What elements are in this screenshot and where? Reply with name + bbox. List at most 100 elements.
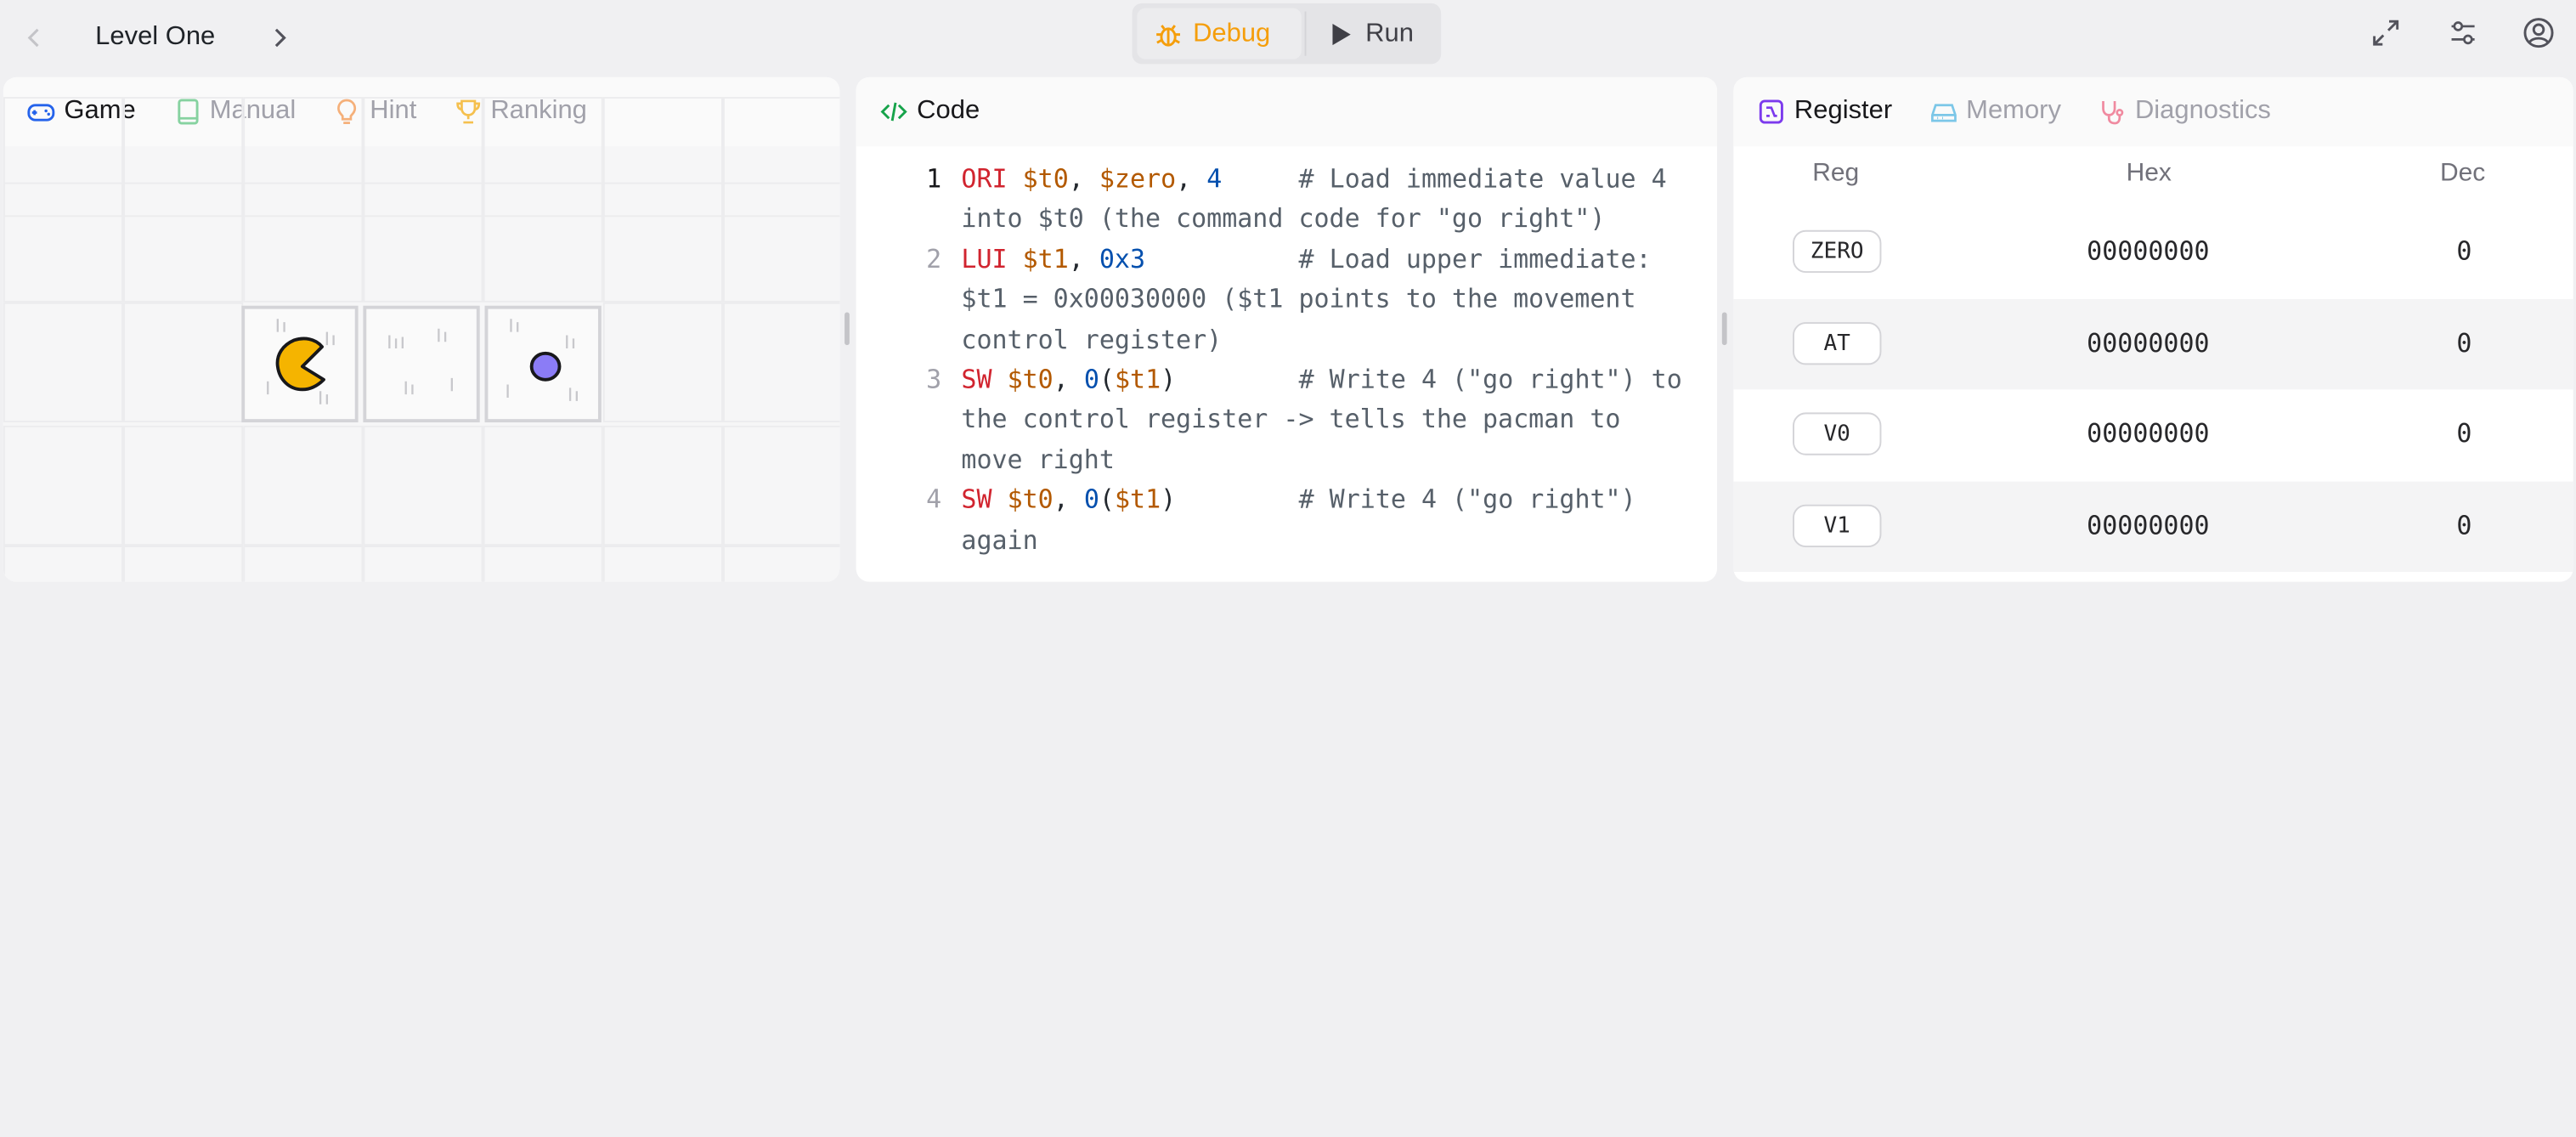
board-cell xyxy=(363,546,483,582)
board-cell xyxy=(243,425,364,546)
code-token: $t1 xyxy=(1022,244,1069,274)
register-hex-value: 00000000 xyxy=(2087,419,2210,449)
board-cell xyxy=(722,182,840,303)
code-line[interactable]: 4 SW $t0, 0($t1) # Write 4 ("go right") a… xyxy=(856,480,1717,560)
code-token: , xyxy=(1176,164,1207,195)
code-editor[interactable]: 1 ORI $t0, $zero, 4 # Load immediate valu… xyxy=(856,146,1717,582)
code-panel: Code 1 ORI $t0, $zero, 4 # Load immediate… xyxy=(856,76,1718,582)
register-row: ZERO 00000000 0 xyxy=(1733,207,2573,297)
board-cell xyxy=(243,546,364,582)
board-cell xyxy=(123,546,244,582)
code-token: LUI xyxy=(961,244,1008,274)
register-dec-value: 0 xyxy=(2456,419,2472,449)
debug-button[interactable]: Debug xyxy=(1137,8,1302,59)
game-panel: Game Manual Hint Ranking xyxy=(3,76,840,582)
code-line[interactable]: 1 ORI $t0, $zero, 4 # Load immediate valu… xyxy=(856,160,1717,240)
board-cell xyxy=(3,182,124,303)
code-token: 0x3 xyxy=(1099,244,1146,274)
resize-handle[interactable] xyxy=(1721,312,1727,346)
code-title: Code xyxy=(917,97,980,125)
path-tile xyxy=(363,305,480,423)
register-panel-tabs: Register Memory Diagnostics xyxy=(1733,76,2573,147)
run-button[interactable]: Run xyxy=(1309,8,1434,59)
code-icon xyxy=(880,102,907,122)
board-cell xyxy=(123,302,244,423)
board-cell xyxy=(3,302,124,423)
code-token: , xyxy=(1068,164,1099,195)
code-token: SW xyxy=(961,365,992,395)
register-panel: Register Memory Diagnostics Reg Hex Dec … xyxy=(1733,76,2573,582)
tab-code[interactable]: Code xyxy=(879,97,980,127)
path-tile xyxy=(484,305,602,423)
code-token: ) xyxy=(1161,485,1177,515)
top-bar: Level One Debug Run xyxy=(0,0,2576,76)
register-row: V0 00000000 0 xyxy=(1733,389,2573,479)
board-cell xyxy=(483,182,603,303)
memory-icon xyxy=(1930,104,1956,122)
chevron-right-icon[interactable] xyxy=(262,20,298,56)
stethoscope-icon xyxy=(2102,100,2125,125)
code-token: ( xyxy=(1099,365,1115,395)
line-number: 3 xyxy=(926,365,942,395)
play-icon xyxy=(1332,23,1351,45)
board-cell xyxy=(602,425,723,546)
board-cell xyxy=(363,182,483,303)
board-cell xyxy=(363,425,483,546)
code-line[interactable]: 2 LUI $t1, 0x3 # Load upper immediate: $t… xyxy=(856,240,1717,360)
board-cell xyxy=(243,182,364,303)
code-token: ( xyxy=(1099,485,1115,515)
bug-icon xyxy=(1156,24,1180,46)
code-token: ORI xyxy=(961,164,1008,195)
code-token: , xyxy=(1068,244,1099,274)
code-token: $t1 xyxy=(1114,485,1161,515)
board-cell xyxy=(3,425,124,546)
board-cell xyxy=(123,425,244,546)
code-line[interactable]: 3 SW $t0, 0($t1) # Write 4 ("go right") t… xyxy=(856,360,1717,481)
pacman-icon xyxy=(275,337,325,392)
code-token: 4 xyxy=(1206,164,1223,195)
tab-diagnostics[interactable]: Diagnostics xyxy=(2097,97,2271,127)
debug-label: Debug xyxy=(1193,19,1271,48)
register-name-badge: AT xyxy=(1792,322,1882,365)
register-table-header: Reg Hex Dec xyxy=(1733,146,2573,195)
run-label: Run xyxy=(1365,19,1414,48)
board-cell xyxy=(602,302,723,423)
code-token: 0 xyxy=(1083,485,1099,515)
divider xyxy=(1304,11,1307,56)
board-cell xyxy=(483,546,603,582)
column-reg: Reg xyxy=(1812,159,1860,188)
code-token: 0 xyxy=(1083,365,1099,395)
code-token: SW xyxy=(961,485,992,515)
board-cell xyxy=(722,425,840,546)
code-token: $zero xyxy=(1099,164,1177,195)
board-cell xyxy=(483,425,603,546)
code-panel-header: Code xyxy=(856,76,1718,147)
tab-memory-label: Memory xyxy=(1966,97,2061,125)
register-row: AT 00000000 0 xyxy=(1733,298,2573,390)
board-cell xyxy=(123,182,244,303)
code-token: ) xyxy=(1161,365,1177,395)
tab-memory[interactable]: Memory xyxy=(1929,97,2061,127)
resize-handle[interactable] xyxy=(845,312,850,346)
target-dot-icon xyxy=(529,351,562,382)
line-number: 2 xyxy=(926,244,942,274)
line-number: 4 xyxy=(926,485,942,515)
board-cell xyxy=(3,546,124,582)
chevron-left-icon[interactable] xyxy=(16,20,53,56)
expand-icon[interactable] xyxy=(2366,13,2405,52)
user-circle-icon[interactable] xyxy=(2519,13,2558,52)
column-hex: Hex xyxy=(2126,159,2172,188)
sliders-icon[interactable] xyxy=(2443,13,2483,52)
column-dec: Dec xyxy=(2439,159,2486,188)
register-dec-value: 0 xyxy=(2456,511,2472,541)
tab-register[interactable]: Register xyxy=(1756,97,1892,127)
tab-diagnostics-label: Diagnostics xyxy=(2134,97,2271,125)
board-cell xyxy=(602,546,723,582)
board-cell xyxy=(722,546,840,582)
line-number: 1 xyxy=(926,164,942,195)
path-tile xyxy=(241,305,359,423)
code-token: , xyxy=(1053,365,1084,395)
register-hex-value: 00000000 xyxy=(2087,328,2210,359)
